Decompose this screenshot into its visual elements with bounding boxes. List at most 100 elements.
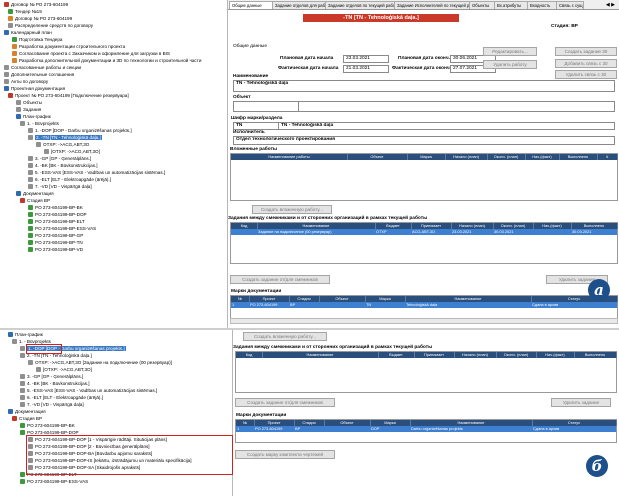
tab-objects[interactable]: Объекты [469, 1, 497, 9]
cipher-name-field[interactable]: TN - Tehnoloģiskā daļa [278, 122, 615, 130]
col-fact-start[interactable]: Нач.(факт) [525, 154, 560, 160]
mark-row-b[interactable]: 1 PO 273-604199 BP DOP Darbu organizēšan… [236, 426, 616, 432]
tree-item[interactable]: Договор № РО 273-604199 [8, 16, 72, 22]
task-row[interactable]: Задание на подключение (00 резервуар) ОТ… [231, 229, 617, 235]
create-nested-work-button[interactable]: Создать вложенную работу... [252, 205, 332, 214]
tree-item[interactable]: PO 273-604199-BP-ESS-VAS [28, 226, 96, 232]
plan-start-field[interactable]: 23.03.2021 [343, 55, 389, 63]
cipher-code-field[interactable]: TN [233, 122, 279, 130]
tree-item[interactable]: 5. -ESS-VAS [ESS-VAS - Vadības un automa… [28, 170, 165, 176]
tab-inputs[interactable]: Входность [527, 1, 559, 9]
tree-item[interactable]: PO 273-604199-BP-BK [20, 423, 75, 429]
tree-item[interactable]: OTXP: ->ACG,ABT,3O [36, 142, 89, 148]
tree-item[interactable]: Договор № РО 273-604199 [4, 2, 68, 8]
create-related-task-button-b[interactable]: Создать задание от/для смежников [235, 398, 335, 407]
tree-item[interactable]: 1. -DOP [DOP - Darbu organizēšanas proje… [28, 128, 132, 134]
tree-item[interactable]: Акты по договору [4, 79, 48, 85]
col-plan-start[interactable]: Начало (план) [445, 154, 488, 160]
tab-links[interactable]: Связь с сущ [556, 1, 584, 9]
tree-item[interactable]: Проектная документация [4, 86, 65, 92]
horizontal-scrollbar[interactable] [230, 318, 618, 324]
tree-item[interactable]: Документация [8, 409, 46, 415]
tree-item[interactable]: OTXP: ->ACG,ABT,3O [Задание на подключен… [28, 360, 172, 366]
tab-dept-tasks-current[interactable]: Задание отделов по текущей работе [325, 1, 397, 9]
tab-scroll-arrows-icon[interactable]: ◀ ▶ [606, 2, 615, 8]
mark-row[interactable]: 1 PO 273-604199 BP TN Tehnoloģiskā daļa … [231, 302, 617, 308]
tree-item[interactable]: 4. -BK [BK - Būvkonstrukcijas.] [28, 163, 98, 169]
tree-item[interactable]: Календарный план [4, 30, 52, 36]
col-receiver-b[interactable]: Принимает [414, 352, 455, 358]
object-field[interactable] [233, 101, 299, 112]
col-object[interactable]: Объект [347, 154, 408, 160]
tree-item[interactable]: Согласование проекта с Заказчиком и офор… [12, 51, 170, 57]
tree-item[interactable]: Проект № РО 273-604199 [Подключение резе… [8, 93, 129, 99]
create-drawing-set-mark-button[interactable]: Создать марку комплекта чертежей [235, 450, 335, 459]
tree-item[interactable]: PO 273-604199-BP-GP [28, 233, 83, 239]
tree-item[interactable]: Объекты [16, 100, 42, 106]
delete-task-button-b[interactable]: Удалить задание [551, 398, 611, 407]
tree-item[interactable]: [OTXP: ->ACG,ABT,3O] [36, 367, 92, 373]
tree-item[interactable]: PO 273-604199-BP-DOP [28, 212, 87, 218]
tree-item[interactable]: План-график [8, 332, 43, 338]
tree-item[interactable]: План-график [16, 114, 51, 120]
tree-item[interactable]: PO 273-604199-BP-BK [28, 205, 83, 211]
create-nested-work-button-b[interactable]: Создать вложенную работу... [243, 332, 327, 341]
tree-item[interactable]: PO 273-604199-BP-ELT [28, 219, 85, 225]
tree-item[interactable]: 6. -ELT [ELT - Elektroapgāde (ārējā).] [28, 177, 111, 183]
object-name-field[interactable] [298, 101, 615, 112]
col-code-b[interactable]: Код [236, 352, 263, 358]
tree-item[interactable]: Стадия BP [20, 198, 50, 204]
tree-item[interactable]: 1. - Būvprojekts [20, 121, 59, 127]
delete-work-button[interactable]: Удалить работу [483, 60, 537, 69]
col-plan-end[interactable]: Оконч. (план) [487, 154, 526, 160]
tab-dept-tasks-for-work[interactable]: Задание отделов для работы [272, 1, 328, 9]
tree-item[interactable]: PO 273-604199-BP-TN [28, 240, 83, 246]
tab-general[interactable]: Общие данные [229, 1, 275, 9]
tree-item[interactable]: 4. -BK [BK - Būvkonstrukcijas.] [20, 381, 90, 387]
tasks-grid[interactable]: Код Наименование Выдает Принимает Начало… [230, 222, 618, 264]
tree-item[interactable]: 5. -ESS-VAS [ESS-VAS - Vadības un automa… [20, 388, 157, 394]
col-task-plan-end-b[interactable]: Оконч. (план) [496, 352, 537, 358]
marks-grid[interactable]: № Проект Стадия Объект Марка Наименовани… [230, 295, 618, 319]
col-done[interactable]: Выполнено [559, 154, 598, 160]
tree-item[interactable]: Распределение средств по договору [8, 23, 93, 29]
tree-item[interactable]: 2. -TN [TN - Tehnoloģiskā daļa.] [28, 135, 102, 141]
col-task-done-b[interactable]: Выполнено [574, 352, 617, 358]
project-tree[interactable]: Договор № РО 273-604199 Тендер №19 Договор… [0, 0, 228, 328]
tasks-grid-b[interactable]: Код Наименование Выдает Принимает Начало… [235, 351, 617, 393]
tree-item[interactable]: PO 273-604199-BP-VD [28, 247, 83, 253]
add-link-3d-button[interactable]: Добавить связь с 30 [555, 59, 617, 68]
edit-button[interactable]: Редактировать... [483, 47, 537, 56]
col-work-name[interactable]: Наименование работы [231, 154, 348, 160]
tree-item[interactable]: PO 273-604199-BP-ESS-VAS [20, 479, 88, 485]
fact-start-field[interactable]: 21.03.2021 [343, 65, 389, 73]
col-issuer-b[interactable]: Выдает [378, 352, 415, 358]
tree-item[interactable]: Разработка дополнительной документации и… [12, 58, 201, 64]
tree-item[interactable]: Дополнительные соглашения [4, 72, 74, 78]
nested-works-grid[interactable]: Наименование работы Объект Марка Начало … [230, 153, 618, 201]
tree-item[interactable]: 3. -GP [GP - Ģenerālplāns.] [20, 374, 83, 380]
tree-item[interactable]: Согласованные работы и секции [4, 65, 81, 71]
col-task-name-b[interactable]: Наименование [262, 352, 379, 358]
tree-item[interactable]: 3. -GP [GP - Ģenerālplāns.] [28, 156, 91, 162]
tree-item[interactable]: [OTXP: ->ACG,ABT,3O] [44, 149, 100, 155]
name-field[interactable]: TN - Tehnoloģiskā daļa [233, 80, 615, 92]
tree-item[interactable]: Тендер №19 [8, 9, 42, 15]
tree-item[interactable]: Стадия BP [12, 416, 42, 422]
executor-field[interactable]: Отдел технологического проектирования [233, 136, 615, 145]
tree-item[interactable]: 7. -VD [VD - Vispārīgā daļa] [20, 402, 84, 408]
delete-link-3d-button[interactable]: Удалить связь с 30 [555, 70, 617, 79]
tree-item[interactable]: Документация [16, 191, 54, 197]
tree-item[interactable]: Разработка документации строительного пр… [12, 44, 125, 50]
marks-grid-b[interactable]: № Проект Стадия Объект Марка Наименовани… [235, 419, 617, 443]
tree-item[interactable]: Задания [16, 107, 41, 113]
col-mark[interactable]: Марка [407, 154, 446, 160]
tree-item[interactable]: 7. -VD [VD - Vispārīgā daļa] [28, 184, 92, 190]
tab-in-attributes[interactable]: Вх.атрибуты [494, 1, 530, 9]
tab-executor-tasks[interactable]: Задание Исполнителей по текущей работе [394, 1, 472, 9]
col-h[interactable]: Ч [597, 154, 618, 160]
create-task-3d-button[interactable]: Создать задание 30 [555, 47, 617, 56]
create-related-task-button[interactable]: Создать задание от/для смежников [230, 275, 330, 284]
tree-item[interactable]: Подготовка Тендера [12, 37, 62, 43]
col-task-plan-start-b[interactable]: Начало (план) [454, 352, 497, 358]
